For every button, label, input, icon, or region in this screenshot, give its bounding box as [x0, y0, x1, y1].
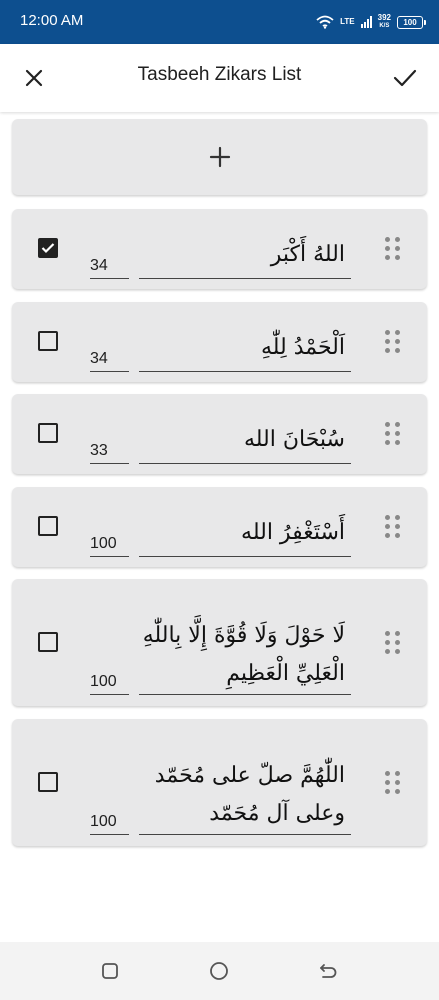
home-icon — [210, 962, 228, 980]
page-title: Tasbeeh Zikars List — [137, 64, 302, 85]
zikar-text-line: اللّٰهُمَّ صلّ على مُحَمّد — [154, 763, 345, 788]
back-button[interactable] — [316, 959, 340, 983]
zikar-count-input[interactable]: 100 — [90, 667, 129, 695]
zikar-text-line: الْعَلِيِّ الْعَظِيمِ — [226, 661, 345, 686]
home-button[interactable] — [207, 959, 231, 983]
recents-icon — [102, 963, 118, 979]
zikar-text-input[interactable]: أَسْتَغْفِرُ الله — [139, 513, 351, 557]
battery-icon: 100 — [397, 15, 426, 29]
zikar-count-input[interactable]: 34 — [90, 344, 129, 372]
speed-unit: K/S — [379, 23, 390, 29]
zikar-text-input[interactable]: اللّٰهُمَّ صلّ على مُحَمّد وعلى آل مُحَم… — [139, 751, 351, 835]
system-nav-bar — [0, 942, 439, 1000]
zikar-text-line: وعلى آل مُحَمّد — [209, 801, 345, 826]
drag-handle-icon[interactable] — [385, 422, 401, 446]
zikar-text-line: سُبْحَانَ الله — [243, 427, 345, 452]
zikar-text-input[interactable]: سُبْحَانَ الله — [139, 420, 351, 464]
drag-handle-icon[interactable] — [385, 631, 401, 655]
zikar-card: 100 اللّٰهُمَّ صلّ على مُحَمّد وعلى آل م… — [12, 719, 427, 846]
app-bar: Tasbeeh Zikars List — [0, 44, 439, 112]
plus-icon — [209, 146, 230, 168]
zikar-count-input[interactable]: 100 — [90, 807, 129, 835]
zikar-checkbox[interactable] — [38, 331, 58, 351]
zikar-text-line: لَا حَوْلَ وَلَا قُوَّةَ إِلَّا بِاللّٰه… — [142, 623, 345, 648]
zikar-checkbox[interactable] — [38, 238, 58, 258]
zikar-text-line: أَسْتَغْفِرُ الله — [241, 520, 345, 545]
drag-handle-icon[interactable] — [385, 330, 401, 354]
zikar-card: 100 لَا حَوْلَ وَلَا قُوَّةَ إِلَّا بِال… — [12, 579, 427, 706]
zikar-card: 100 أَسْتَغْفِرُ الله — [12, 487, 427, 567]
confirm-button[interactable] — [383, 56, 427, 100]
add-zikar-button[interactable] — [12, 119, 427, 195]
network-type: LTE — [340, 17, 355, 26]
zikar-text-input[interactable]: اللهُ أَكْبَر — [139, 235, 351, 279]
zikar-count-input[interactable]: 33 — [90, 436, 129, 464]
drag-handle-icon[interactable] — [385, 771, 401, 795]
back-icon — [320, 964, 337, 978]
zikar-count-input[interactable]: 100 — [90, 529, 129, 557]
zikar-checkbox[interactable] — [38, 516, 58, 536]
status-bar: 12:00 AM LTE 392 K/S 100 — [0, 0, 439, 44]
check-icon — [393, 69, 417, 87]
zikar-text-line: اَلْحَمْدُ لِلّٰهِ — [260, 335, 345, 360]
zikar-checkbox[interactable] — [38, 632, 58, 652]
signal-icon — [360, 16, 372, 28]
zikar-checkbox[interactable] — [38, 772, 58, 792]
zikar-checkbox[interactable] — [38, 423, 58, 443]
recents-button[interactable] — [98, 959, 122, 983]
check-mark-icon — [41, 243, 55, 254]
zikar-text-input[interactable]: لَا حَوْلَ وَلَا قُوَّةَ إِلَّا بِاللّٰه… — [139, 611, 351, 695]
drag-handle-icon[interactable] — [385, 515, 401, 539]
network-speed: 392 K/S — [378, 14, 391, 30]
zikar-count-input[interactable]: 34 — [90, 251, 129, 279]
zikar-card: 34 اللهُ أَكْبَر — [12, 209, 427, 289]
drag-handle-icon[interactable] — [385, 237, 401, 261]
zikar-text-line: اللهُ أَكْبَر — [270, 242, 345, 267]
status-time: 12:00 AM — [20, 12, 84, 29]
zikar-card: 34 اَلْحَمْدُ لِلّٰهِ — [12, 302, 427, 382]
zikar-text-input[interactable]: اَلْحَمْدُ لِلّٰهِ — [139, 328, 351, 372]
wifi-icon — [316, 15, 334, 29]
battery-level: 100 — [403, 17, 417, 27]
status-icons: LTE 392 K/S 100 — [316, 10, 426, 34]
speed-value: 392 — [377, 13, 391, 22]
zikar-card: 33 سُبْحَانَ الله — [12, 394, 427, 474]
